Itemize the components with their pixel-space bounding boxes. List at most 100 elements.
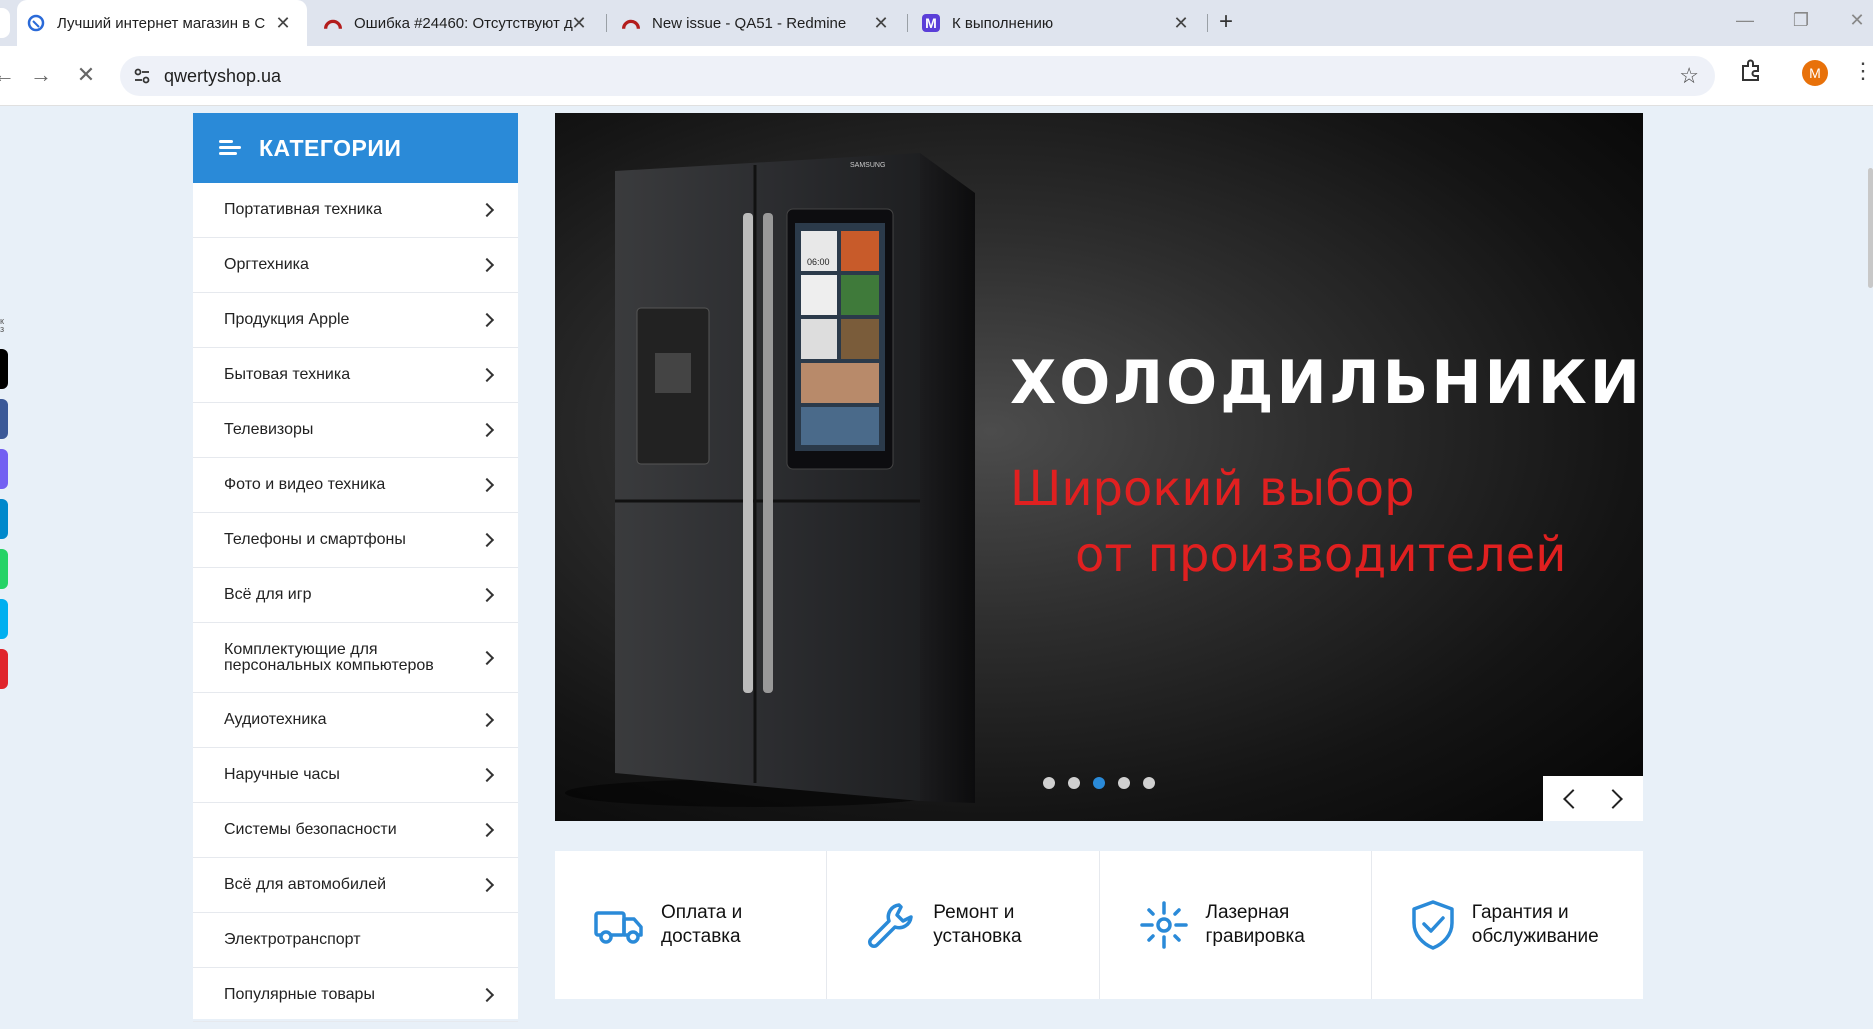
bookmark-star-icon[interactable]: ☆ [1679,63,1699,89]
feature-engraving[interactable]: Лазерная гравировка [1100,851,1372,999]
feature-line1: Ремонт и [933,902,1015,923]
shield-check-icon [1412,900,1454,950]
slider-dot[interactable] [1118,777,1130,789]
minimize-icon[interactable]: — [1730,10,1760,31]
category-item[interactable]: Комплектующие для персональных компьютер… [193,623,518,693]
category-item[interactable]: Бытовая техника [193,348,518,403]
tab-separator [606,14,607,32]
category-label: Аудиотехника [224,711,327,728]
feature-line2: гравировка [1205,926,1305,947]
tab-title: New issue - QA51 - Redmine [652,14,847,32]
banner-subtitle-line1: Широкий выбор [1010,461,1415,517]
social-telegram-button[interactable] [0,499,8,539]
feature-line2: доставка [661,926,741,947]
category-label: Телевизоры [224,421,314,438]
category-label: Популярные товары [224,985,375,1003]
chevron-right-icon [479,477,495,493]
tab-3[interactable]: M К выполнению ✕ [910,0,1205,46]
category-item[interactable]: Популярные товары [193,968,518,1022]
social-viber-button[interactable] [0,449,8,489]
page-scrollbar[interactable] [1868,168,1873,288]
tab-close-icon[interactable]: ✕ [569,13,589,33]
social-skype-button[interactable] [0,599,8,639]
tab-separator [1207,14,1208,32]
restore-icon[interactable]: ❐ [1786,10,1816,31]
extensions-icon[interactable] [1738,58,1764,84]
tab-title: К выполнению [952,14,1054,32]
chevron-right-icon [479,712,495,728]
social-x-button[interactable] [0,349,8,389]
category-item[interactable]: Телевизоры [193,403,518,458]
feature-line1: Оплата и [661,902,743,923]
tab-0[interactable]: Лучший интернет магазин в С ✕ [17,0,307,46]
back-icon[interactable]: ← [0,62,18,88]
profile-avatar[interactable]: M [1802,60,1828,86]
slider-prev-icon[interactable] [1563,788,1583,809]
social-youtube-button[interactable] [0,649,8,689]
category-label: Бытовая техника [224,366,351,383]
tab-title: Лучший интернет магазин в С [57,14,266,32]
refrigerator-image: 06:00 SAMSUNG [565,153,975,807]
fridge-brand-label: SAMSUNG [850,162,885,169]
tab-1[interactable]: Ошибка #24460: Отсутствуют д ✕ [310,0,603,46]
category-item[interactable]: Аудиотехника [193,693,518,748]
window-close-icon[interactable]: ✕ [1842,10,1872,31]
hero-banner[interactable]: 06:00 SAMSUNG ХОЛОДИЛЬНИКИ Широкий выбор… [555,113,1643,821]
categories-header[interactable]: КАТЕГОРИИ [193,113,518,183]
stop-loading-icon[interactable]: ✕ [72,62,100,88]
banner-title: ХОЛОДИЛЬНИКИ [1010,348,1643,418]
category-item[interactable]: Системы безопасности [193,803,518,858]
category-item[interactable]: Оргтехника [193,238,518,293]
new-tab-button[interactable]: + [1213,10,1239,36]
slider-dot[interactable] [1043,777,1055,789]
chevron-right-icon [479,650,495,665]
chevron-right-icon [479,367,495,383]
feature-delivery[interactable]: Оплата и доставка [555,851,828,999]
chevron-right-icon [479,422,495,438]
category-item[interactable]: Фото и видео техника [193,458,518,513]
slider-dot[interactable] [1093,777,1105,789]
chevron-right-icon [479,587,495,603]
slider-dot[interactable] [1143,777,1155,789]
slider-nav [1543,776,1643,821]
social-whatsapp-button[interactable] [0,549,8,589]
browser-menu-icon[interactable]: ⋮ [1852,56,1873,86]
feature-line2: обслуживание [1471,926,1599,947]
category-item[interactable]: Всё для автомобилей [193,858,518,913]
category-label: Комплектующие для персональных компьютер… [224,640,434,674]
category-item[interactable]: Наручные часы [193,748,518,803]
feature-repair[interactable]: Ремонт и установка [827,851,1100,999]
category-item[interactable]: Портативная техника [193,183,518,238]
category-item[interactable]: Продукция Apple [193,293,518,348]
category-label: Портативная техника [224,201,382,218]
category-label: Наручные часы [224,766,340,783]
category-item[interactable]: Телефоны и смартфоны [193,513,518,568]
address-bar[interactable]: qwertyshop.ua ☆ [120,56,1715,96]
category-label: Электротранспорт [224,931,361,948]
tab-close-icon[interactable]: ✕ [1171,13,1191,33]
tab-close-icon[interactable]: ✕ [273,13,293,33]
chevron-right-icon [479,877,495,893]
category-item[interactable]: Всё для игр [193,568,518,623]
fridge-screen-time: 06:00 [807,257,830,267]
category-label: Телефоны и смартфоны [224,531,406,548]
slider-dot[interactable] [1068,777,1080,789]
social-facebook-button[interactable] [0,399,8,439]
chevron-right-icon [479,767,495,783]
chevron-right-icon [479,532,495,548]
forward-icon[interactable]: → [27,62,55,88]
browser-toolbar: ← → ✕ qwertyshop.ua ☆ M ⋮ [0,46,1873,106]
chevron-right-icon [479,822,495,838]
slider-next-icon[interactable] [1603,788,1623,809]
tab-edge [0,8,10,38]
tab-title: Ошибка #24460: Отсутствуют д [354,14,573,32]
tab-2[interactable]: New issue - QA51 - Redmine ✕ [608,0,905,46]
tab-close-icon[interactable]: ✕ [871,13,891,33]
feature-line1: Гарантия и [1471,902,1569,923]
category-item[interactable]: Электротранспорт [193,913,518,968]
feature-warranty[interactable]: Гарантия и обслуживание [1372,851,1643,999]
chevron-right-icon [479,202,495,218]
site-settings-icon[interactable] [130,64,154,88]
social-label-fragment: кз [0,316,5,334]
menu-lines-icon [219,140,241,156]
